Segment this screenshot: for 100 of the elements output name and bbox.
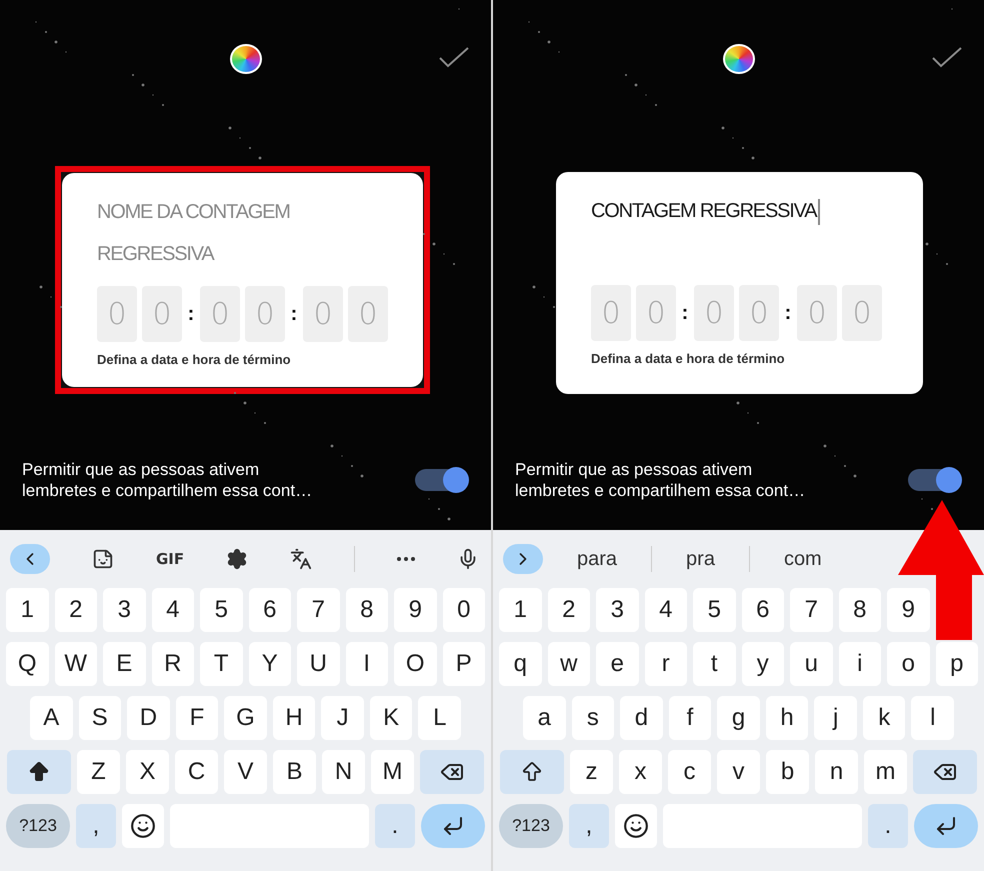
symbols-key[interactable]: ?123 bbox=[6, 804, 70, 848]
key[interactable]: e bbox=[596, 642, 638, 686]
expand-button[interactable] bbox=[503, 544, 543, 574]
suggestion[interactable]: para bbox=[577, 548, 618, 570]
key[interactable]: D bbox=[127, 696, 170, 740]
check-icon[interactable] bbox=[439, 46, 469, 68]
key[interactable]: 8 bbox=[346, 588, 388, 632]
emoji-key[interactable] bbox=[122, 804, 164, 848]
key[interactable]: V bbox=[224, 750, 267, 794]
backspace-key[interactable] bbox=[913, 750, 977, 794]
key[interactable]: W bbox=[54, 642, 97, 686]
key[interactable]: 1 bbox=[499, 588, 542, 632]
key[interactable]: k bbox=[862, 696, 906, 740]
translate-button[interactable] bbox=[290, 548, 312, 570]
key[interactable]: m bbox=[864, 750, 907, 794]
name-field[interactable]: CONTAGEM REGRESSIVA bbox=[591, 190, 923, 274]
key[interactable]: U bbox=[297, 642, 340, 686]
key[interactable]: g bbox=[717, 696, 760, 740]
key[interactable]: w bbox=[548, 642, 590, 686]
key[interactable]: 3 bbox=[596, 588, 638, 632]
key[interactable]: 1 bbox=[6, 588, 48, 632]
key[interactable]: 9 bbox=[887, 588, 930, 632]
key[interactable]: y bbox=[742, 642, 784, 686]
key[interactable]: 3 bbox=[103, 588, 146, 632]
key[interactable]: H bbox=[272, 696, 316, 740]
key[interactable]: z bbox=[570, 750, 613, 794]
key[interactable]: c bbox=[668, 750, 711, 794]
key[interactable]: i bbox=[838, 642, 881, 686]
key[interactable]: p bbox=[936, 642, 978, 686]
key[interactable]: a bbox=[522, 696, 566, 740]
shift-key[interactable] bbox=[7, 750, 71, 794]
key[interactable]: n bbox=[815, 750, 858, 794]
key[interactable]: L bbox=[418, 696, 462, 740]
key[interactable]: X bbox=[126, 750, 169, 794]
emoji-key[interactable] bbox=[615, 804, 657, 848]
key[interactable]: M bbox=[371, 750, 414, 794]
key[interactable]: q bbox=[499, 642, 542, 686]
key[interactable]: 0 bbox=[442, 588, 485, 632]
backspace-key[interactable] bbox=[420, 750, 484, 794]
key[interactable]: 7 bbox=[790, 588, 832, 632]
key[interactable]: v bbox=[717, 750, 760, 794]
key[interactable]: d bbox=[620, 696, 663, 740]
key[interactable]: Z bbox=[77, 750, 120, 794]
period-key[interactable]: . bbox=[868, 804, 908, 848]
toggle-switch[interactable] bbox=[908, 469, 960, 491]
key[interactable]: J bbox=[321, 696, 364, 740]
key[interactable]: S bbox=[78, 696, 122, 740]
key[interactable]: A bbox=[30, 696, 73, 740]
key[interactable]: j bbox=[814, 696, 857, 740]
shift-key[interactable] bbox=[500, 750, 564, 794]
enter-key[interactable] bbox=[914, 804, 978, 848]
key[interactable]: 7 bbox=[297, 588, 340, 632]
comma-key[interactable]: , bbox=[569, 804, 609, 848]
key[interactable]: h bbox=[766, 696, 808, 740]
key[interactable]: f bbox=[668, 696, 712, 740]
key[interactable]: 2 bbox=[54, 588, 97, 632]
key[interactable]: B bbox=[273, 750, 316, 794]
key[interactable]: G bbox=[224, 696, 267, 740]
suggestion[interactable]: com bbox=[784, 548, 822, 570]
key[interactable]: 4 bbox=[644, 588, 687, 632]
sticker-button[interactable] bbox=[92, 548, 114, 570]
key[interactable]: 2 bbox=[548, 588, 590, 632]
key[interactable]: 8 bbox=[838, 588, 881, 632]
key[interactable]: 5 bbox=[693, 588, 736, 632]
key[interactable]: r bbox=[644, 642, 687, 686]
gif-button[interactable]: GIF bbox=[156, 550, 184, 568]
key[interactable]: C bbox=[175, 750, 218, 794]
key[interactable]: E bbox=[103, 642, 146, 686]
more-button[interactable] bbox=[396, 557, 415, 561]
key[interactable]: b bbox=[766, 750, 809, 794]
key[interactable]: O bbox=[394, 642, 436, 686]
key[interactable]: 6 bbox=[248, 588, 291, 632]
enter-key[interactable] bbox=[421, 804, 485, 848]
key[interactable]: t bbox=[693, 642, 736, 686]
key[interactable]: P bbox=[442, 642, 485, 686]
key[interactable]: R bbox=[152, 642, 194, 686]
comma-key[interactable]: , bbox=[76, 804, 116, 848]
symbols-key[interactable]: ?123 bbox=[499, 804, 563, 848]
collapse-button[interactable] bbox=[10, 544, 50, 574]
suggestion[interactable]: pra bbox=[686, 548, 715, 570]
key[interactable]: 4 bbox=[152, 588, 194, 632]
color-wheel-icon[interactable] bbox=[722, 44, 754, 74]
key[interactable]: l bbox=[911, 696, 954, 740]
key[interactable]: Y bbox=[248, 642, 291, 686]
key[interactable]: x bbox=[619, 750, 662, 794]
key[interactable]: I bbox=[346, 642, 388, 686]
key[interactable]: Q bbox=[6, 642, 48, 686]
key[interactable]: s bbox=[572, 696, 614, 740]
key[interactable]: N bbox=[322, 750, 365, 794]
key[interactable]: 5 bbox=[200, 588, 242, 632]
color-wheel-icon[interactable] bbox=[230, 44, 262, 74]
toggle-switch[interactable] bbox=[415, 469, 467, 491]
key[interactable]: F bbox=[176, 696, 218, 740]
key[interactable]: o bbox=[887, 642, 930, 686]
key[interactable]: 6 bbox=[742, 588, 784, 632]
key[interactable]: K bbox=[370, 696, 412, 740]
key[interactable]: T bbox=[200, 642, 242, 686]
settings-button[interactable] bbox=[226, 548, 248, 570]
key[interactable]: 9 bbox=[394, 588, 436, 632]
check-icon[interactable] bbox=[932, 46, 962, 68]
